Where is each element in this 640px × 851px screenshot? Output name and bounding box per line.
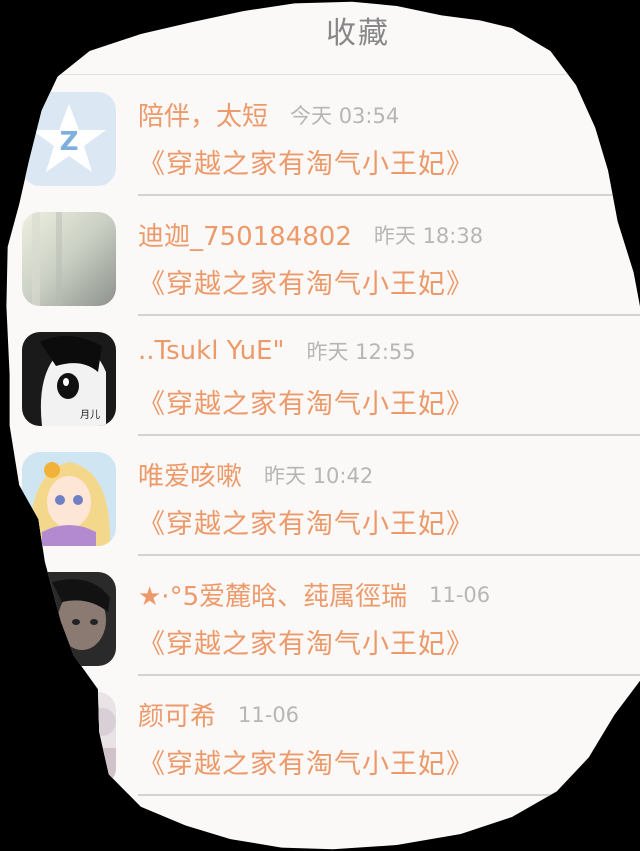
list-item-info: 唯爱咳嗽 昨天 10:42 《穿越之家有淘气小王妃》 xyxy=(138,434,640,556)
qzone-star-avatar-icon: Z xyxy=(22,92,116,186)
user-name[interactable]: 颜可希 xyxy=(138,702,216,732)
boy-photo-avatar-icon xyxy=(22,572,116,666)
book-title[interactable]: 《穿越之家有淘气小王妃》 xyxy=(138,742,474,781)
avatar[interactable]: Z xyxy=(22,92,116,186)
svg-text:月儿: 月儿 xyxy=(80,409,100,421)
anime-girl-bw-avatar-icon: 月儿 xyxy=(22,332,116,426)
list-item[interactable]: 颜可希 11-06 《穿越之家有淘气小王妃》 xyxy=(6,674,640,796)
list-item-info: ..Tsukl YuE" 昨天 12:55 《穿越之家有淘气小王妃》 xyxy=(138,314,640,436)
favorites-page: 收藏 Z 陪伴，太短 今天 03:54 《穿越之家有淘气小王妃》 迪迦_7501… xyxy=(6,1,640,850)
timestamp: 今天 03:54 xyxy=(290,103,400,128)
timestamp: 11-06 xyxy=(238,702,300,727)
timestamp: 11-06 xyxy=(429,582,491,607)
book-title[interactable]: 《穿越之家有淘气小王妃》 xyxy=(138,262,474,301)
list-item[interactable]: Z 陪伴，太短 今天 03:54 《穿越之家有淘气小王妃》 xyxy=(6,74,640,196)
blurred-photo-avatar-icon xyxy=(22,212,116,306)
page-title: 收藏 xyxy=(326,16,390,51)
book-title[interactable]: 《穿越之家有淘气小王妃》 xyxy=(138,502,474,541)
avatar[interactable] xyxy=(22,212,116,306)
avatar[interactable] xyxy=(22,452,116,546)
user-name[interactable]: 陪伴，太短 xyxy=(138,102,268,132)
list-item[interactable]: ★·°5爱麓晗、莼属徑瑞 11-06 《穿越之家有淘气小王妃》 xyxy=(6,554,640,676)
list-item-info: 迪迦_750184802 昨天 18:38 《穿越之家有淘气小王妃》 xyxy=(138,194,640,316)
timestamp: 昨天 18:38 xyxy=(373,223,484,248)
header: 收藏 xyxy=(6,2,640,75)
list-item-info: 颜可希 11-06 《穿越之家有淘气小王妃》 xyxy=(138,674,640,796)
partial-avatar-icon xyxy=(22,692,116,786)
list-item-info: ★·°5爱麓晗、莼属徑瑞 11-06 《穿越之家有淘气小王妃》 xyxy=(138,554,640,676)
list-item-info: 陪伴，太短 今天 03:54 《穿越之家有淘气小王妃》 xyxy=(138,74,640,196)
avatar[interactable]: 月儿 xyxy=(22,332,116,426)
user-name[interactable]: 迪迦_750184802 xyxy=(138,222,352,252)
book-title[interactable]: 《穿越之家有淘气小王妃》 xyxy=(138,622,474,661)
user-name[interactable]: ★·°5爱麓晗、莼属徑瑞 xyxy=(138,582,407,612)
list-item[interactable]: 唯爱咳嗽 昨天 10:42 《穿越之家有淘气小王妃》 xyxy=(6,434,640,556)
user-name[interactable]: 唯爱咳嗽 xyxy=(138,462,242,492)
avatar[interactable] xyxy=(22,572,116,666)
user-name[interactable]: ..Tsukl YuE" xyxy=(138,336,284,366)
book-title[interactable]: 《穿越之家有淘气小王妃》 xyxy=(138,382,474,421)
svg-text:Z: Z xyxy=(60,127,79,157)
timestamp: 昨天 10:42 xyxy=(264,463,374,488)
list-item[interactable]: 月儿 ..Tsukl YuE" 昨天 12:55 《穿越之家有淘气小王妃》 xyxy=(6,314,640,436)
anime-girl-blonde-avatar-icon xyxy=(22,452,116,546)
list-item[interactable]: 迪迦_750184802 昨天 18:38 《穿越之家有淘气小王妃》 xyxy=(6,194,640,316)
timestamp: 昨天 12:55 xyxy=(306,340,416,364)
avatar[interactable] xyxy=(22,692,116,786)
book-title[interactable]: 《穿越之家有淘气小王妃》 xyxy=(138,142,474,181)
